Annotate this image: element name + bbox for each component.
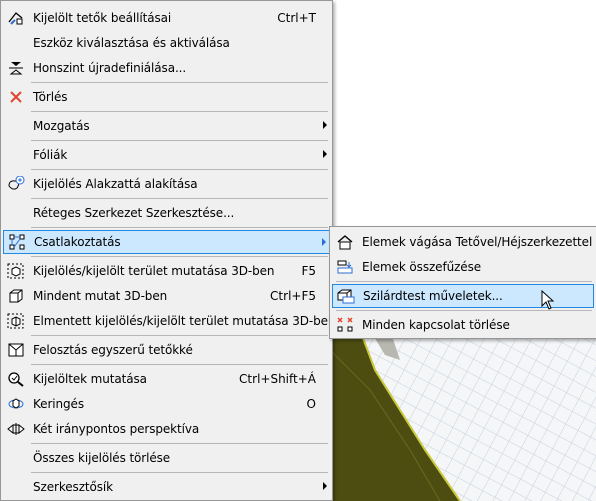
menu-item-shortcut: F5	[301, 264, 316, 278]
submenu-arrow-icon	[323, 150, 327, 158]
convert-to-morph-icon	[7, 176, 25, 192]
zoom-selection-icon	[7, 371, 25, 387]
menu-item-label: Mindent mutat 3D-ben	[33, 289, 168, 303]
saved-selection-3d-icon	[7, 313, 25, 329]
menu-separator	[31, 364, 328, 365]
menu-item-label: Kijelöltek mutatása	[33, 372, 147, 386]
menu-item-label: Elemek vágása Tetővel/Héjszerkezettel	[362, 235, 593, 249]
two-point-perspective-icon	[7, 421, 25, 437]
submenu-item-remove-connections[interactable]: Minden kapcsolat törlése	[330, 314, 596, 336]
menu-item-shortcut: Ctrl+T	[277, 11, 316, 25]
menu-separator	[31, 198, 328, 199]
submenu-arrow-icon	[323, 121, 327, 129]
submenu-arrow-icon	[322, 238, 326, 246]
menu-item-label: Szerkesztősík	[33, 480, 113, 494]
menu-item-select-tool[interactable]: Eszköz kiválasztása és aktiválása	[1, 32, 332, 54]
menu-separator	[336, 281, 592, 282]
menu-item-shortcut: O	[306, 397, 316, 411]
orbit-icon	[7, 396, 25, 412]
merge-elements-icon	[336, 259, 354, 275]
menu-item-saved-selection-3d[interactable]: Elmentett kijelölés/kijelölt terület mut…	[1, 310, 336, 332]
menu-item-shortcut: Ctrl+F5	[270, 289, 316, 303]
menu-item-composite-edit[interactable]: Réteges Szerkezet Szerkesztése...	[1, 202, 332, 224]
menu-item-shortcut: Ctrl+Shift+Á	[239, 372, 316, 386]
submenu-arrow-icon	[323, 482, 327, 490]
menu-item-label: Eszköz kiválasztása és aktiválása	[33, 36, 230, 50]
connect-submenu: Elemek vágása Tetővel/Héjszerkezettel El…	[329, 226, 596, 339]
submenu-item-trim-to-roof[interactable]: Elemek vágása Tetővel/Héjszerkezettel	[330, 231, 596, 253]
show-selection-3d-icon	[7, 263, 25, 279]
menu-item-label: Összes kijelölés törlése	[33, 451, 171, 465]
menu-item-editing-plane[interactable]: Szerkesztősík	[1, 476, 332, 498]
menu-item-show-all-3d[interactable]: Mindent mutat 3D-ben Ctrl+F5	[1, 285, 332, 307]
menu-separator	[31, 227, 328, 228]
menu-separator	[31, 256, 328, 257]
show-all-3d-icon	[7, 288, 25, 304]
menu-item-label: Felosztás egyszerű tetőkké	[33, 343, 193, 357]
menu-item-deselect-all[interactable]: Összes kijelölés törlése	[1, 447, 332, 469]
menu-item-two-point-perspective[interactable]: Két iránypontos perspektíva	[1, 418, 332, 440]
menu-item-roof-settings[interactable]: Kijelölt tetők beállításai Ctrl+T	[1, 7, 332, 29]
menu-separator	[31, 443, 328, 444]
menu-separator	[31, 111, 328, 112]
menu-item-label: Szilárdtest műveletek...	[363, 289, 503, 303]
menu-item-label: Keringés	[33, 397, 84, 411]
menu-item-label: Két iránypontos perspektíva	[33, 422, 200, 436]
menu-item-label: Törlés	[33, 90, 68, 104]
menu-separator	[31, 82, 328, 83]
submenu-item-merge-elements[interactable]: Elemek összefűzése	[330, 256, 596, 278]
menu-item-label: Mozgatás	[33, 119, 90, 133]
mouse-pointer-icon	[541, 289, 555, 313]
menu-item-connect[interactable]: Csatlakoztatás	[3, 230, 330, 254]
connect-icon	[8, 234, 26, 250]
menu-item-convert-to-morph[interactable]: Kijelölés Alakzattá alakítása	[1, 173, 332, 195]
solid-operations-icon	[337, 288, 355, 304]
menu-item-label: Kijelölés Alakzattá alakítása	[33, 177, 198, 191]
menu-item-label: Csatlakoztatás	[34, 235, 121, 249]
menu-item-home-story[interactable]: Honszint újradefiniálása...	[1, 57, 332, 79]
menu-item-delete[interactable]: Törlés	[1, 86, 332, 108]
menu-item-label: Minden kapcsolat törlése	[362, 318, 510, 332]
menu-separator	[31, 169, 328, 170]
menu-item-label: Honszint újradefiniálása...	[33, 61, 187, 75]
menu-item-layers[interactable]: Fóliák	[1, 144, 332, 166]
menu-separator	[31, 335, 328, 336]
context-menu: Kijelölt tetők beállításai Ctrl+T Eszköz…	[0, 0, 336, 501]
trim-to-roof-icon	[336, 234, 354, 250]
remove-connections-icon	[336, 317, 354, 333]
menu-item-label: Réteges Szerkezet Szerkesztése...	[33, 206, 235, 220]
roof-settings-icon	[7, 10, 25, 26]
menu-separator	[31, 472, 328, 473]
menu-item-label: Elemek összefűzése	[362, 260, 482, 274]
menu-item-show-selection-3d[interactable]: Kijelölés/kijelölt terület mutatása 3D-b…	[1, 260, 332, 282]
split-roofs-icon	[7, 342, 25, 358]
menu-separator	[31, 140, 328, 141]
menu-item-zoom-selection[interactable]: Kijelöltek mutatása Ctrl+Shift+Á	[1, 368, 332, 390]
3d-viewport-background	[330, 330, 596, 501]
menu-item-label: Elmentett kijelölés/kijelölt terület mut…	[33, 314, 336, 328]
delete-x-icon	[7, 89, 25, 105]
home-story-icon	[7, 60, 25, 76]
menu-item-move[interactable]: Mozgatás	[1, 115, 332, 137]
menu-item-orbit[interactable]: Keringés O	[1, 393, 332, 415]
menu-item-split-roofs[interactable]: Felosztás egyszerű tetőkké	[1, 339, 332, 361]
menu-item-label: Kijelölés/kijelölt terület mutatása 3D-b…	[33, 264, 275, 278]
menu-item-label: Kijelölt tetők beállításai	[33, 11, 172, 25]
menu-item-label: Fóliák	[33, 148, 68, 162]
